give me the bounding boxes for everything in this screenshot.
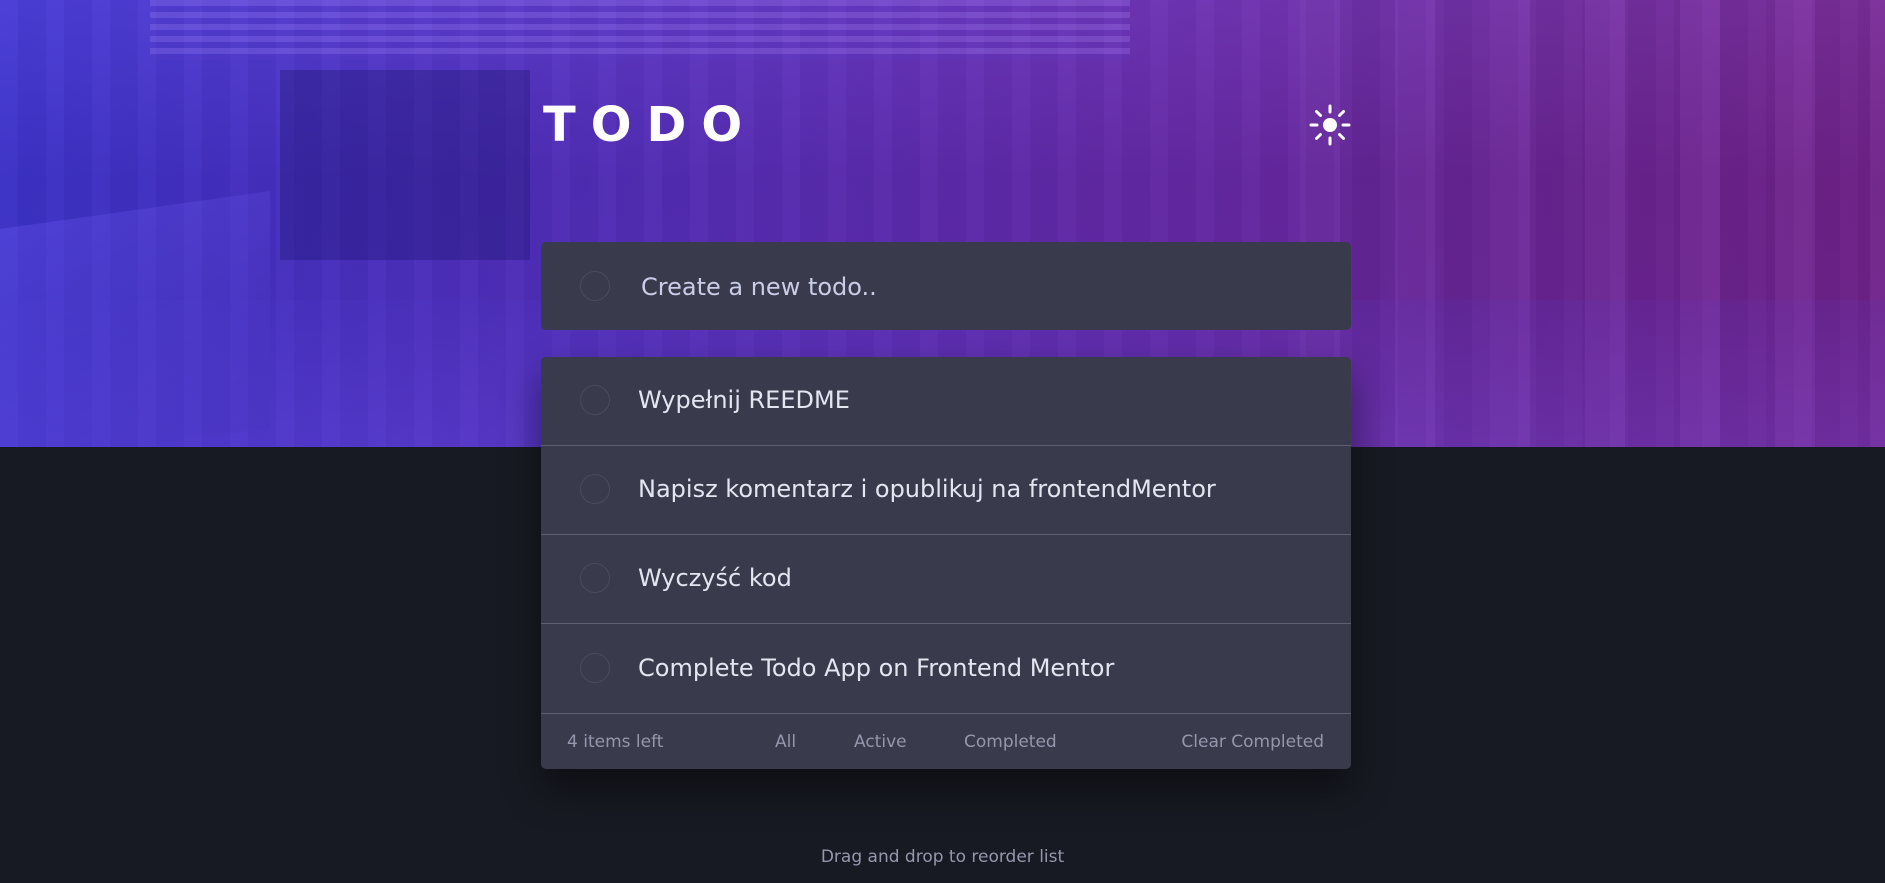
todo-checkbox[interactable] xyxy=(580,653,610,683)
reorder-hint: Drag and drop to reorder list xyxy=(820,847,1065,867)
new-todo-input[interactable] xyxy=(639,262,1323,312)
todo-checkbox[interactable] xyxy=(580,563,610,593)
app-header: TODO xyxy=(541,96,1351,156)
items-left-count: 4 items left xyxy=(567,732,664,752)
todo-item[interactable]: Wypełnij REEDME xyxy=(541,357,1351,446)
todo-checkbox[interactable] xyxy=(580,385,610,415)
theme-toggle-button[interactable] xyxy=(1309,104,1351,146)
todo-footer: 4 items left All Active Completed Clear … xyxy=(541,715,1351,769)
sun-icon xyxy=(1309,104,1351,146)
todo-text: Wyczyść kod xyxy=(638,564,792,592)
todo-checkbox[interactable] xyxy=(580,474,610,504)
todo-text: Napisz komentarz i opublikuj na frontend… xyxy=(638,475,1216,503)
filter-active[interactable]: Active xyxy=(854,732,907,752)
todo-item[interactable]: Wyczyść kod xyxy=(541,535,1351,624)
clear-completed-button[interactable]: Clear Completed xyxy=(1181,732,1324,752)
filter-all[interactable]: All xyxy=(775,732,796,752)
todo-item[interactable]: Complete Todo App on Frontend Mentor xyxy=(541,625,1351,714)
filter-completed[interactable]: Completed xyxy=(964,732,1057,752)
app-title: TODO xyxy=(543,97,758,153)
todo-list: Wypełnij REEDME Napisz komentarz i opubl… xyxy=(541,357,1351,769)
todo-text: Wypełnij REEDME xyxy=(638,386,850,414)
todo-item[interactable]: Napisz komentarz i opublikuj na frontend… xyxy=(541,446,1351,535)
new-todo-card xyxy=(541,242,1351,330)
new-todo-checkbox[interactable] xyxy=(580,271,610,301)
todo-text: Complete Todo App on Frontend Mentor xyxy=(638,654,1115,682)
